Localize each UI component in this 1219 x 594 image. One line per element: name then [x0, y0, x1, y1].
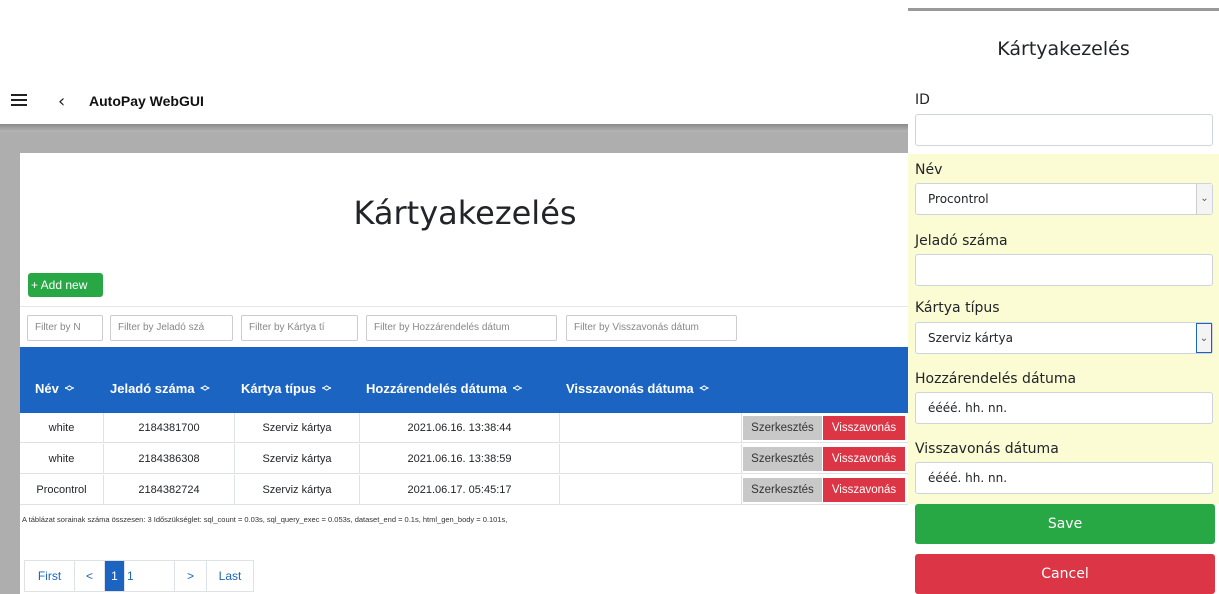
revoke-button[interactable]: Visszavonás — [823, 478, 905, 502]
column-header-visszavonas[interactable]: Visszavonás dátuma ︿ ﹀ — [566, 381, 709, 397]
filter-jelado-input[interactable]: Filter by Jeladó szá — [110, 315, 233, 341]
cell-hozzarendeles: 2021.06.16. 13:38:59 — [360, 444, 560, 474]
table-row: white 2184381700 Szerviz kártya 2021.06.… — [20, 413, 908, 443]
jelado-input[interactable] — [915, 254, 1213, 286]
filter-hozzarendeles-input[interactable]: Filter by Hozzárendelés dátum — [366, 315, 557, 341]
field-jelado: Jeladó száma — [908, 228, 1219, 298]
sort-icon[interactable]: ︿ ﹀ — [65, 381, 74, 397]
pagination: First < 1 1 > Last — [24, 560, 254, 592]
table-row: Procontrol 2184382724 Szerviz kártya 202… — [20, 475, 908, 505]
cell-jelado: 2184382724 — [104, 475, 235, 505]
cell-tipus: Szerviz kártya — [235, 475, 360, 505]
field-label: Kártya típus — [915, 300, 1000, 316]
hozzarendeles-date-input[interactable]: éééé. hh. nn. — [915, 392, 1213, 424]
filter-nev-input[interactable]: Filter by N — [27, 315, 103, 341]
app-title: AutoPay WebGUI — [89, 93, 204, 109]
cancel-button[interactable]: Cancel — [915, 554, 1215, 594]
top-bar: ‹ AutoPay WebGUI — [0, 84, 908, 124]
filter-row: Filter by N Filter by Jeladó szá Filter … — [20, 306, 908, 346]
page-next-button[interactable]: > — [175, 561, 207, 591]
cell-visszavonas — [560, 444, 742, 474]
cell-hozzarendeles: 2021.06.17. 05:45:17 — [360, 475, 560, 505]
filter-tipus-input[interactable]: Filter by Kártya tí — [241, 315, 358, 341]
cell-nev: Procontrol — [20, 475, 104, 505]
chevron-down-icon[interactable]: ⌄ — [1196, 323, 1212, 353]
select-value: Szerviz kártya — [928, 331, 1013, 345]
column-header-nev[interactable]: Név ︿ ﹀ — [35, 381, 74, 397]
edit-button[interactable]: Szerkesztés — [743, 478, 822, 502]
cell-jelado: 2184386308 — [104, 444, 235, 474]
field-hozzarendeles: Hozzárendelés dátuma éééé. hh. nn. — [908, 368, 1219, 436]
cell-jelado: 2184381700 — [104, 413, 235, 443]
cell-tipus: Szerviz kártya — [235, 444, 360, 474]
table-header: Név ︿ ﹀ Jeladó száma ︿ ﹀ Kártya típus ︿ ﹀ Hozz… — [20, 347, 908, 413]
tipus-select[interactable]: Szerviz kártya ⌄ — [915, 322, 1213, 354]
field-tipus: Kártya típus Szerviz kártya ⌄ — [908, 298, 1219, 368]
revoke-button[interactable]: Visszavonás — [823, 416, 905, 440]
column-header-hozzarendeles[interactable]: Hozzárendelés dátuma ︿ ﹀ — [366, 381, 522, 397]
page-first-button[interactable]: First — [25, 561, 75, 591]
sort-icon[interactable]: ︿ ﹀ — [513, 381, 522, 397]
top-bar-shadow — [0, 124, 908, 132]
table-row: white 2184386308 Szerviz kártya 2021.06.… — [20, 444, 908, 474]
chevron-down-icon[interactable]: ⌄ — [1196, 184, 1212, 214]
cell-nev: white — [20, 444, 104, 474]
page-prev-button[interactable]: < — [75, 561, 105, 591]
edit-button[interactable]: Szerkesztés — [743, 447, 822, 471]
sort-icon[interactable]: ︿ ﹀ — [322, 381, 331, 397]
chevron-left-icon[interactable]: ‹ — [58, 91, 65, 112]
page-total-label: 1 — [125, 561, 175, 591]
field-label: ID — [915, 92, 930, 108]
nev-select[interactable]: Procontrol ⌄ — [915, 183, 1213, 215]
field-visszavonas: Visszavonás dátuma éééé. hh. nn. — [908, 436, 1219, 504]
field-label: Név — [915, 162, 943, 178]
visszavonas-date-input[interactable]: éééé. hh. nn. — [915, 462, 1213, 494]
field-label: Jeladó száma — [915, 233, 1008, 249]
cell-tipus: Szerviz kártya — [235, 413, 360, 443]
cell-nev: white — [20, 413, 104, 443]
cell-visszavonas — [560, 413, 742, 443]
page-title: Kártyakezelés — [353, 194, 577, 232]
panel-title: Kártyakezelés — [997, 38, 1130, 60]
field-nev: Név Procontrol ⌄ — [908, 154, 1219, 228]
sort-icon[interactable]: ︿ ﹀ — [700, 381, 709, 397]
revoke-button[interactable]: Visszavonás — [823, 447, 905, 471]
edit-button[interactable]: Szerkesztés — [743, 416, 822, 440]
save-button[interactable]: Save — [915, 504, 1215, 544]
page-current-button[interactable]: 1 — [105, 561, 125, 591]
page-last-button[interactable]: Last — [207, 561, 253, 591]
field-id: ID — [908, 91, 1219, 159]
sort-icon[interactable]: ︿ ﹀ — [201, 381, 210, 397]
select-value: Procontrol — [928, 192, 989, 206]
column-header-jelado[interactable]: Jeladó száma ︿ ﹀ — [110, 381, 210, 397]
cell-visszavonas — [560, 475, 742, 505]
cell-hozzarendeles: 2021.06.16. 13:38:44 — [360, 413, 560, 443]
id-input[interactable] — [915, 114, 1213, 146]
add-new-button[interactable]: + Add new — [28, 273, 103, 297]
page: ‹ AutoPay WebGUI Kártyakezelés + Add new… — [0, 0, 1219, 594]
hamburger-menu-icon[interactable] — [11, 94, 27, 108]
field-label: Hozzárendelés dátuma — [915, 371, 1077, 387]
column-header-tipus[interactable]: Kártya típus ︿ ﹀ — [241, 381, 331, 397]
field-label: Visszavonás dátuma — [915, 441, 1059, 457]
table-stats: A táblázat sorainak száma összesen: 3 Id… — [22, 515, 508, 524]
filter-visszavonas-input[interactable]: Filter by Visszavonás dátum — [566, 315, 737, 341]
